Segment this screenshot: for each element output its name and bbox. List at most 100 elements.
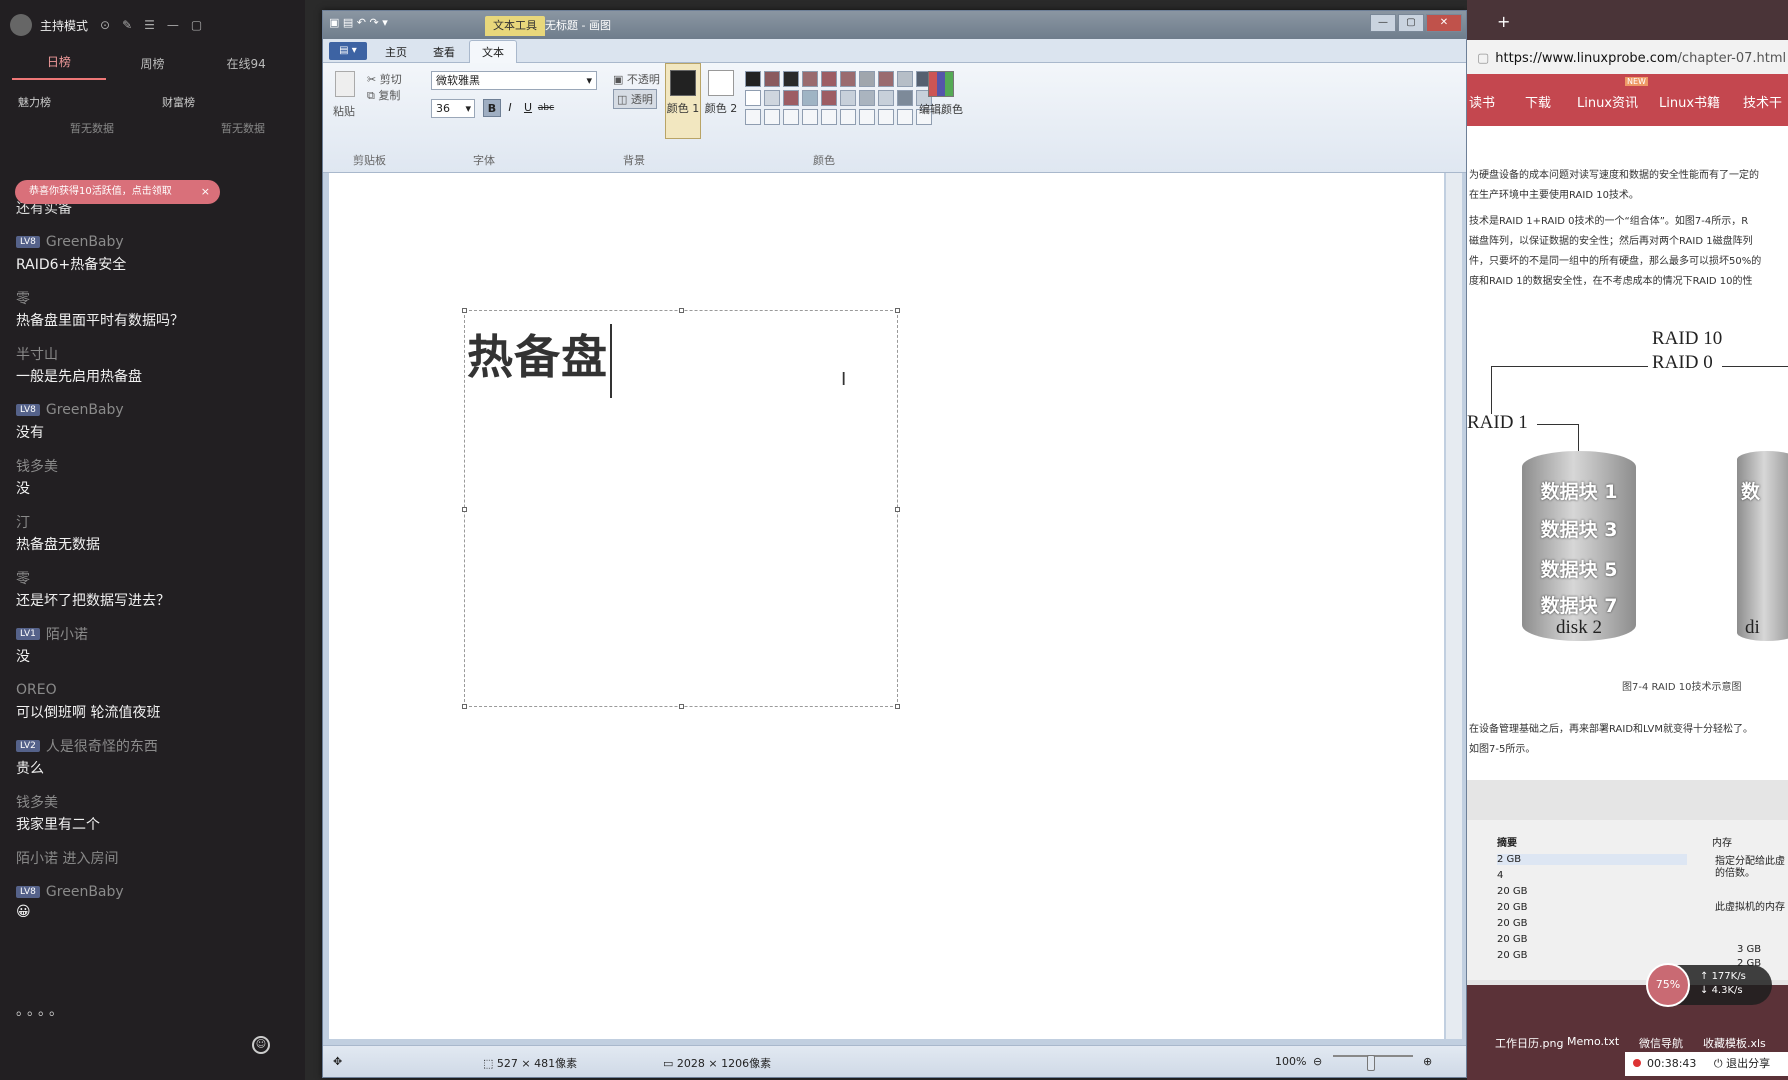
palette-swatch[interactable] (783, 109, 799, 125)
tab-text[interactable]: 文本 (469, 40, 517, 64)
font-size-select[interactable]: 36 ▾ (431, 99, 475, 118)
table-row[interactable]: 20 GB (1497, 950, 1528, 961)
palette-swatch[interactable] (783, 71, 799, 87)
nav-item-linux-books[interactable]: Linux书籍 (1659, 92, 1720, 111)
username[interactable]: 汀 (16, 512, 30, 532)
username[interactable]: 半寸山 (16, 344, 58, 364)
resize-handle[interactable] (462, 507, 467, 512)
nav-item-reading[interactable]: 读书 (1469, 92, 1495, 111)
nav-item-tech[interactable]: 技术干 (1743, 92, 1782, 111)
minimize-button[interactable]: — (1370, 14, 1396, 32)
palette-swatch[interactable] (840, 71, 856, 87)
file-menu-button[interactable]: ▤ ▾ (329, 42, 367, 60)
palette-swatch[interactable] (897, 71, 913, 87)
host-mode-label[interactable]: 主持模式 (40, 17, 88, 34)
text-box[interactable]: 热备盘 (462, 308, 900, 709)
opaque-option[interactable]: ▣ 不透明 (613, 71, 660, 87)
palette-swatch[interactable] (745, 90, 761, 106)
palette-swatch[interactable] (745, 71, 761, 87)
username[interactable]: 陌小诺 (46, 624, 88, 644)
close-button[interactable]: ✕ (1426, 14, 1462, 32)
transparent-option[interactable]: ◫ 透明 (613, 89, 657, 109)
username[interactable]: 零 (16, 288, 30, 308)
resize-handle[interactable] (679, 704, 684, 709)
palette-swatch[interactable] (783, 90, 799, 106)
color1-button[interactable]: 颜色 1 (665, 63, 701, 139)
italic-button[interactable]: I (501, 99, 519, 117)
tab-online[interactable]: 在线94 (199, 55, 293, 80)
table-row[interactable]: 2 GB (1497, 854, 1687, 865)
resize-handle[interactable] (895, 704, 900, 709)
resize-handle[interactable] (679, 308, 684, 313)
color2-button[interactable]: 颜色 2 (703, 63, 739, 139)
nav-item-linux-news[interactable]: Linux资讯 (1577, 92, 1638, 111)
username[interactable]: GreenBaby (46, 234, 124, 250)
palette-swatch[interactable] (802, 71, 818, 87)
copy-button[interactable]: ⧉ 复制 (367, 87, 400, 103)
exit-share-button[interactable]: ⏻ 退出分享 (1714, 1057, 1770, 1070)
reward-notice[interactable]: 恭喜你获得10活跃值，点击领取 × (15, 180, 220, 204)
canvas-text[interactable]: 热备盘 (467, 330, 608, 384)
table-row[interactable]: 20 GB (1497, 902, 1528, 913)
palette-swatch[interactable] (859, 71, 875, 87)
resize-handle[interactable] (462, 704, 467, 709)
palette-swatch[interactable] (878, 90, 894, 106)
network-speed-widget[interactable]: 75% ↑ 177K/s ↓ 4.3K/s (1646, 963, 1772, 1007)
bold-button[interactable]: B (483, 99, 501, 117)
desktop-icon-calendar[interactable]: 工作日历.png (1495, 1035, 1563, 1051)
resize-handle[interactable] (895, 308, 900, 313)
underline-button[interactable]: U (519, 99, 537, 117)
tab-weekly[interactable]: 周榜 (106, 55, 200, 80)
close-icon[interactable]: × (201, 180, 210, 204)
username[interactable]: GreenBaby (46, 884, 124, 900)
nav-item-download[interactable]: 下载 (1525, 92, 1551, 111)
quick-access-toolbar[interactable]: ▣ ▤ ↶ ↷ ▾ (329, 16, 388, 29)
username[interactable]: OREO (16, 682, 57, 698)
menu-icon[interactable]: ☰ (144, 18, 155, 32)
palette-swatch[interactable] (878, 109, 894, 125)
resize-handle[interactable] (895, 507, 900, 512)
edit-colors-button[interactable]: 编辑颜色 (919, 71, 963, 117)
address-bar[interactable]: ▢ https://www.linuxprobe.com/chapter-07.h… (1467, 40, 1788, 74)
username[interactable]: GreenBaby (46, 402, 124, 418)
emoji-icon[interactable]: ☺ (252, 1036, 270, 1054)
font-family-select[interactable]: 微软雅黑 ▾ (431, 71, 597, 90)
maximize-icon[interactable]: ▢ (191, 18, 202, 32)
zoom-out-button[interactable]: ⊖ (1313, 1055, 1322, 1068)
desktop-icon-wechat-nav[interactable]: 微信导航 (1639, 1035, 1683, 1051)
desktop-icon-memo[interactable]: Memo.txt (1567, 1035, 1619, 1048)
palette-swatch[interactable] (802, 109, 818, 125)
palette-swatch[interactable] (764, 71, 780, 87)
wealth-rank-label[interactable]: 财富榜 (162, 94, 195, 110)
palette-swatch[interactable] (840, 109, 856, 125)
tab-view[interactable]: 查看 (433, 44, 455, 60)
palette-swatch[interactable] (764, 109, 780, 125)
resize-handle[interactable] (462, 308, 467, 313)
maximize-button[interactable]: ▢ (1398, 14, 1424, 32)
new-tab-icon[interactable]: + (1497, 12, 1510, 31)
settings-icon[interactable]: ⊙ (100, 18, 110, 32)
cut-button[interactable]: ✂ 剪切 (367, 71, 402, 87)
palette-swatch[interactable] (745, 109, 761, 125)
palette-swatch[interactable] (821, 71, 837, 87)
tab-daily[interactable]: 日榜 (12, 53, 106, 80)
paste-icon[interactable] (335, 71, 355, 97)
palette-swatch[interactable] (859, 90, 875, 106)
palette-swatch[interactable] (897, 109, 913, 125)
desktop-icon-template[interactable]: 收藏模板.xls (1703, 1035, 1766, 1051)
vertical-scrollbar[interactable] (1446, 173, 1462, 1039)
username[interactable]: 钱多美 (16, 792, 58, 812)
zoom-slider-handle[interactable] (1367, 1055, 1375, 1071)
palette-swatch[interactable] (859, 109, 875, 125)
username[interactable]: 钱多美 (16, 456, 58, 476)
palette-swatch[interactable] (821, 90, 837, 106)
palette-swatch[interactable] (802, 90, 818, 106)
table-row[interactable]: 20 GB (1497, 886, 1528, 897)
paste-button[interactable]: 粘贴 (333, 103, 355, 119)
table-row[interactable]: 20 GB (1497, 934, 1528, 945)
tab-home[interactable]: 主页 (385, 44, 407, 60)
palette-swatch[interactable] (897, 90, 913, 106)
edit-icon[interactable]: ✎ (122, 18, 132, 32)
username[interactable]: 零 (16, 568, 30, 588)
palette-swatch[interactable] (764, 90, 780, 106)
